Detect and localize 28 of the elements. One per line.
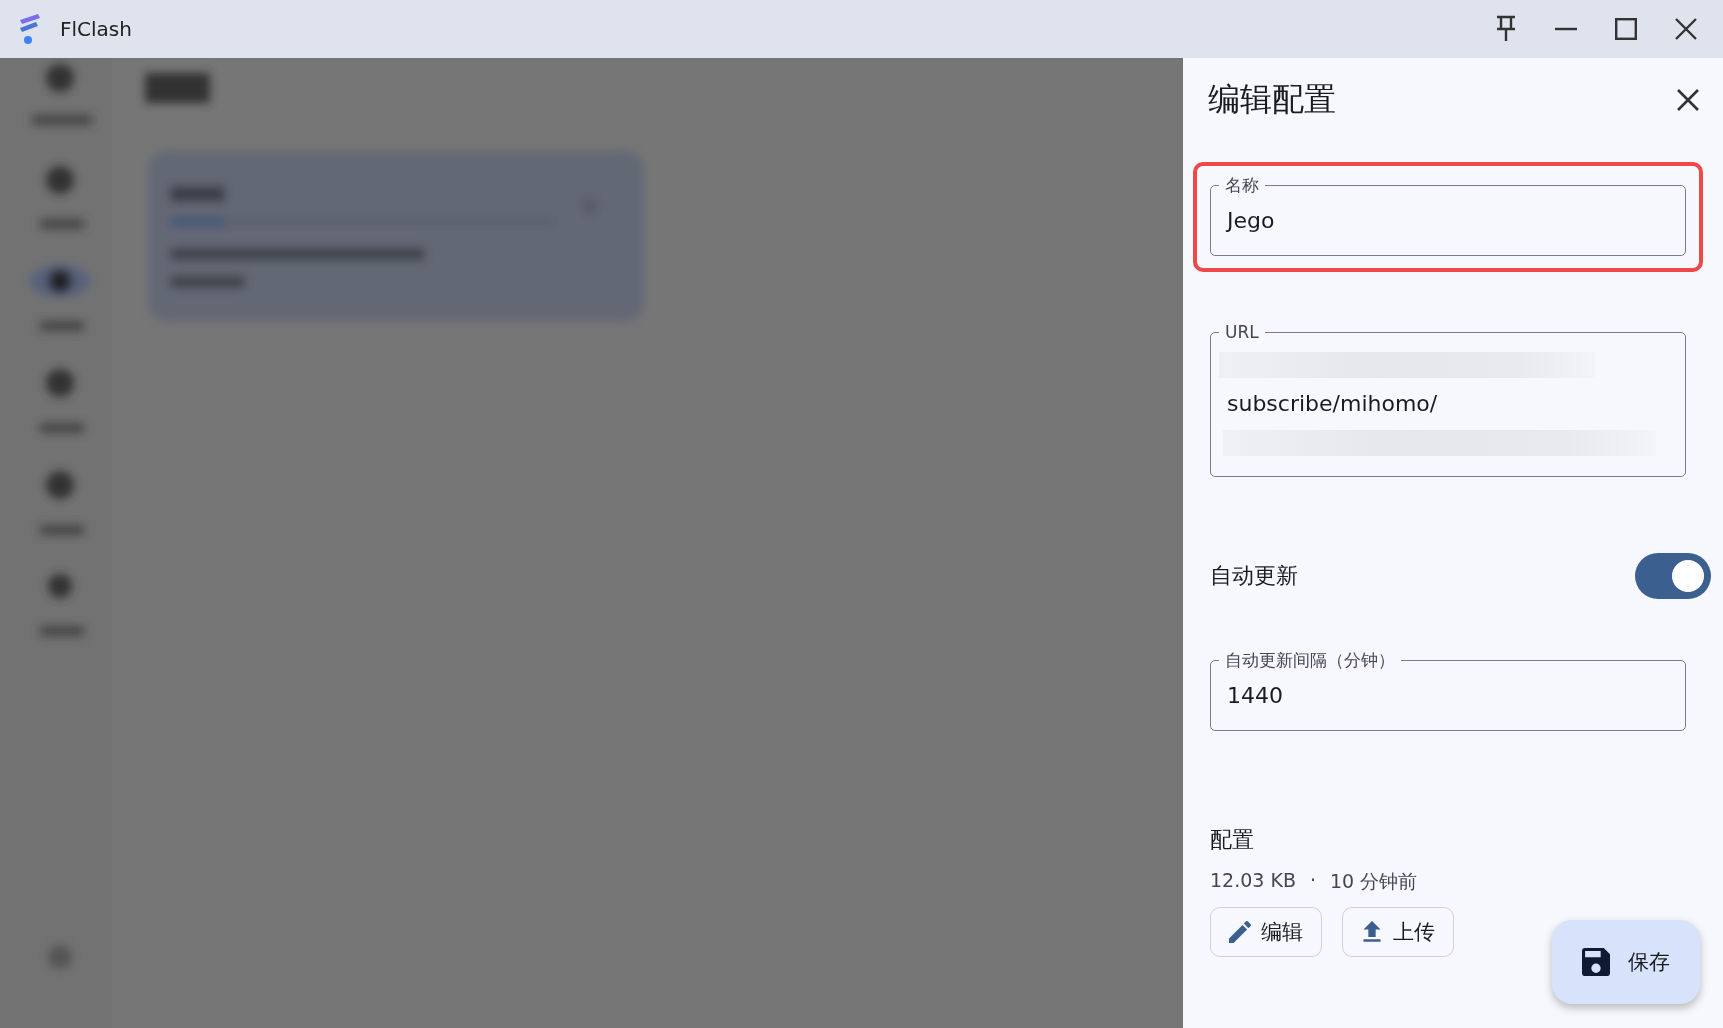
- url-field[interactable]: URL subscribe/mihomo/: [1210, 322, 1686, 477]
- maximize-icon[interactable]: [1615, 18, 1637, 40]
- separator-dot: ·: [1309, 869, 1316, 893]
- toggle-switch[interactable]: [1635, 553, 1711, 599]
- save-icon: [1582, 948, 1610, 976]
- field-label: 名称: [1224, 174, 1260, 197]
- pin-icon[interactable]: [1495, 15, 1517, 43]
- section-heading: 配置: [1210, 826, 1255, 854]
- toggle-label: 自动更新: [1210, 562, 1298, 590]
- updated-time: 10 分钟前: [1330, 869, 1418, 894]
- field-label: 自动更新间隔（分钟）: [1224, 649, 1396, 672]
- minimize-icon[interactable]: [1555, 27, 1577, 31]
- file-size: 12.03 KB: [1210, 869, 1296, 893]
- close-icon[interactable]: [1675, 18, 1697, 40]
- pencil-icon: [1229, 921, 1251, 943]
- window-title: FlClash: [60, 17, 132, 41]
- field-value: Jego: [1227, 207, 1276, 235]
- upload-button[interactable]: 上传: [1342, 907, 1454, 957]
- input-field[interactable]: 自动更新间隔（分钟） 1440: [1210, 649, 1686, 731]
- upload-icon: [1361, 921, 1383, 943]
- input-field[interactable]: 名称 Jego: [1210, 174, 1686, 256]
- panel-title: 编辑配置: [1208, 79, 1336, 120]
- field-value: 1440: [1227, 682, 1284, 710]
- close-icon[interactable]: [1677, 89, 1699, 111]
- edit-button[interactable]: 编辑: [1210, 907, 1322, 957]
- field-label: URL: [1224, 322, 1260, 342]
- field-value: subscribe/mihomo/: [1227, 390, 1439, 418]
- save-button[interactable]: 保存: [1552, 920, 1700, 1004]
